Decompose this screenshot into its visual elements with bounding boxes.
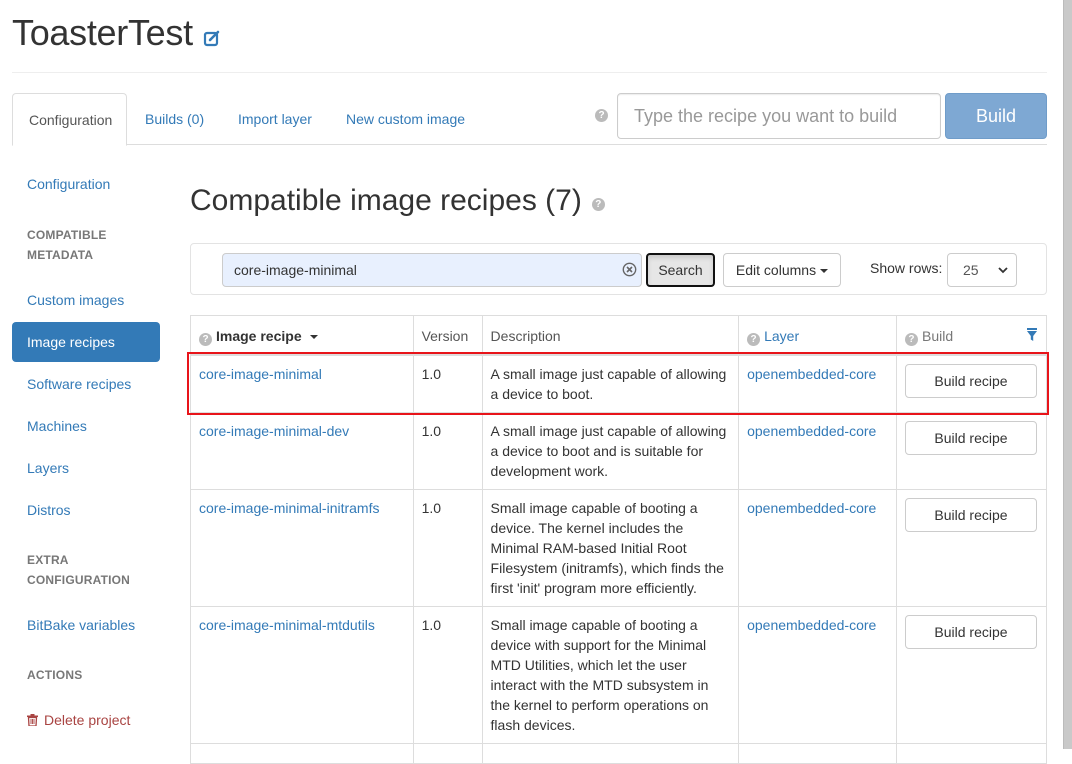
table-controls: Search Edit columns Show rows: 25 (190, 243, 1047, 295)
recipe-version: 1.0 (412, 489, 483, 607)
sidebar-item-layers[interactable]: Layers (12, 448, 160, 488)
build-recipe-button[interactable]: Build recipe (904, 421, 1037, 455)
search-input[interactable] (222, 253, 642, 287)
sidebar-header-line: COMPATIBLE (27, 228, 107, 242)
sidebar-item-custom-images[interactable]: Custom images (12, 280, 160, 320)
help-icon[interactable]: ? (595, 109, 608, 122)
chevron-down-icon (998, 267, 1008, 274)
sidebar-item-configuration[interactable]: Configuration (12, 164, 160, 204)
layer-link[interactable]: openembedded-core (747, 423, 876, 439)
column-header-description: Description (481, 315, 740, 356)
sidebar-item-machines[interactable]: Machines (12, 406, 160, 446)
rows-per-page-value: 25 (963, 262, 979, 278)
column-header-link[interactable]: Layer (764, 328, 799, 344)
show-rows-label: Show rows: (870, 260, 943, 276)
recipe-description: Small image capable of booting a device … (481, 606, 740, 744)
recipe-version: 1.0 (412, 354, 483, 413)
table-header-row: ? Image recipe Version Description ? Layer… (190, 315, 1048, 356)
column-header-image-recipe[interactable]: ? Image recipe (190, 315, 414, 356)
page-title: Compatible image recipes (7) ? (190, 184, 605, 218)
sidebar-item-bitbake-variables[interactable]: BitBake variables (12, 605, 160, 645)
recipe-description: A small image just capable of allowing a… (481, 412, 740, 490)
recipe-link[interactable]: core-image-minimal (199, 366, 322, 382)
build-button[interactable]: Build (945, 93, 1047, 139)
filter-icon[interactable] (1026, 328, 1038, 342)
column-header-label: Image recipe (216, 327, 302, 344)
column-header-build: ? Build (895, 315, 1048, 356)
table-row: core-image-minimal-dev 1.0 A small image… (190, 412, 1048, 490)
recipe-description: Small image capable of booting a device.… (481, 489, 740, 607)
sidebar-header-line: CONFIGURATION (27, 573, 131, 587)
clear-search-icon[interactable] (622, 262, 637, 277)
layer-link[interactable]: openembedded-core (747, 366, 876, 382)
layer-link[interactable]: openembedded-core (747, 617, 876, 633)
sidebar-header-line: EXTRA (27, 553, 69, 567)
scrollbar[interactable] (1063, 0, 1072, 749)
recipe-link[interactable]: core-image-minimal-mtdutils (199, 617, 375, 633)
search-button[interactable]: Search (646, 253, 715, 287)
edit-columns-button[interactable]: Edit columns (723, 253, 841, 287)
project-title-row: ToasterTest (12, 12, 221, 54)
recipes-table: ? Image recipe Version Description ? Layer… (190, 315, 1048, 764)
table-row (190, 743, 1048, 764)
page-title-text: Compatible image recipes (7) (190, 184, 582, 217)
sidebar-header-extra: EXTRA CONFIGURATION (27, 550, 130, 590)
help-icon[interactable]: ? (199, 332, 212, 346)
column-header-label: Build (921, 328, 954, 344)
column-header-layer[interactable]: ? Layer (738, 315, 897, 356)
recipe-link[interactable]: core-image-minimal-dev (199, 423, 349, 439)
build-recipe-button[interactable]: Build recipe (904, 363, 1037, 398)
sidebar-item-distros[interactable]: Distros (12, 490, 160, 530)
tab-new-custom-image[interactable]: New custom image (330, 93, 481, 145)
table-row: core-image-minimal-initramfs 1.0 Small i… (190, 489, 1048, 607)
recipe-link[interactable]: core-image-minimal-initramfs (199, 500, 379, 516)
layer-link[interactable]: openembedded-core (747, 500, 876, 516)
help-icon[interactable]: ? (591, 197, 605, 211)
tab-import-layer[interactable]: Import layer (222, 93, 328, 145)
tab-configuration[interactable]: Configuration (12, 93, 127, 146)
table-row: core-image-minimal 1.0 A small image jus… (190, 354, 1048, 413)
sidebar-item-image-recipes[interactable]: Image recipes (12, 322, 160, 362)
edit-columns-label: Edit columns (735, 262, 817, 278)
trash-icon (27, 714, 38, 727)
sort-caret-icon (309, 335, 318, 340)
recipe-description: A small image just capable of allowing a… (481, 354, 740, 413)
sidebar-item-delete-project[interactable]: Delete project (12, 700, 160, 740)
edit-icon[interactable] (203, 29, 221, 47)
title-divider (12, 72, 1047, 73)
build-recipe-button[interactable]: Build recipe (904, 498, 1037, 532)
sidebar-item-software-recipes[interactable]: Software recipes (12, 364, 160, 404)
sidebar-header-actions: ACTIONS (27, 668, 83, 682)
help-icon[interactable]: ? (904, 333, 918, 346)
sidebar-header-line: METADATA (27, 248, 94, 262)
table-row: core-image-minimal-mtdutils 1.0 Small im… (190, 606, 1048, 744)
caret-down-icon (820, 269, 829, 274)
build-recipe-button[interactable]: Build recipe (904, 615, 1037, 649)
tab-builds[interactable]: Builds (0) (129, 93, 220, 145)
help-icon[interactable]: ? (747, 332, 761, 346)
delete-project-label: Delete project (44, 712, 131, 728)
project-title: ToasterTest (12, 12, 193, 53)
column-header-version: Version (412, 315, 483, 356)
rows-per-page-select[interactable]: 25 (947, 253, 1017, 287)
recipe-version: 1.0 (412, 606, 483, 744)
recipe-build-input[interactable] (617, 93, 941, 139)
recipe-version: 1.0 (412, 412, 483, 490)
sidebar-header-compatible: COMPATIBLE METADATA (27, 225, 107, 265)
